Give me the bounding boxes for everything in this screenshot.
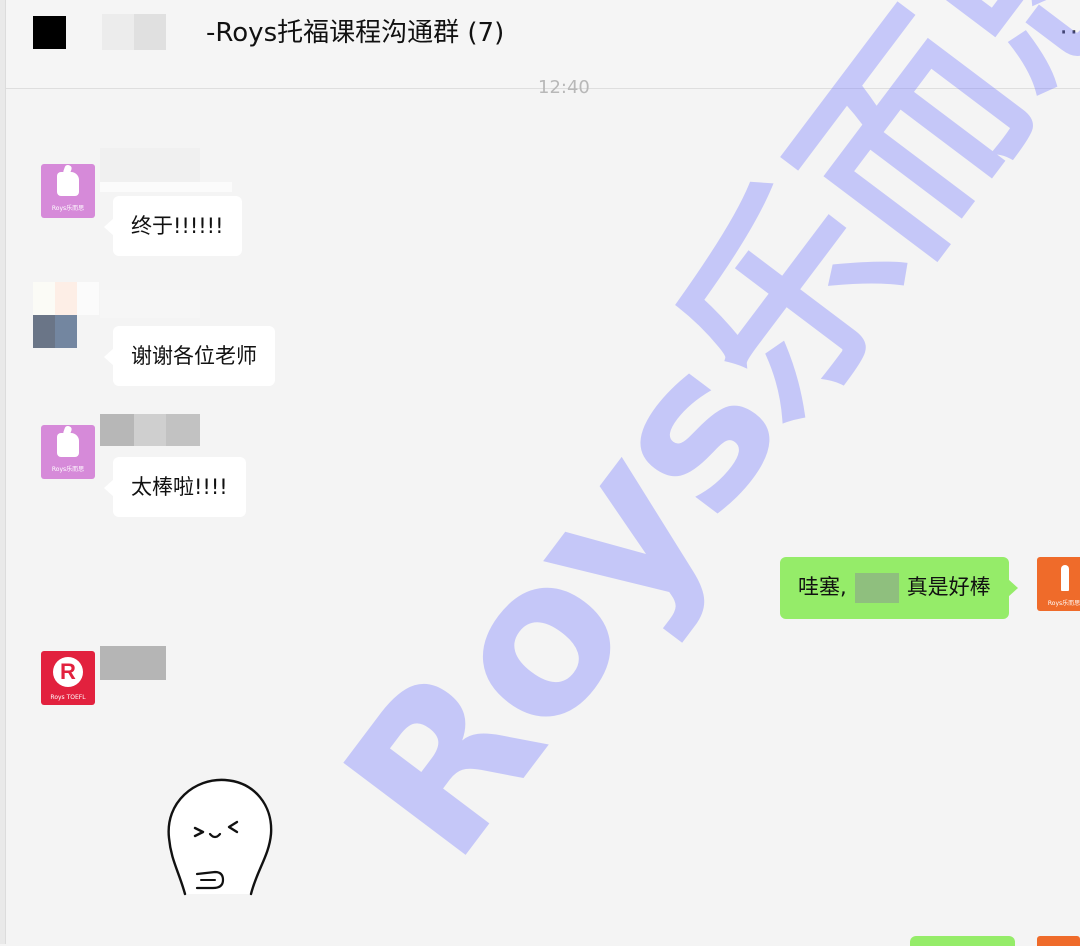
- message-bubble[interactable]: 太棒啦!!!!: [104, 457, 246, 517]
- cartoon-sticker[interactable]: [155, 772, 285, 902]
- avatar-caption: Roys TOEFL: [50, 694, 86, 701]
- group-icon[interactable]: [33, 16, 66, 49]
- message-text-before: 哇塞,: [798, 575, 847, 599]
- redacted-sender-name: [134, 414, 166, 446]
- thumbs-up-icon: [57, 172, 79, 196]
- more-options-icon[interactable]: ··: [1059, 18, 1080, 48]
- sender-avatar[interactable]: Roys乐而思: [41, 164, 95, 218]
- avatar-caption: Roys乐而思: [1047, 600, 1080, 607]
- redacted-sender-name: [100, 148, 200, 186]
- sender-avatar[interactable]: Roys乐而思: [41, 425, 95, 479]
- self-avatar[interactable]: Roys乐而思: [1037, 557, 1080, 611]
- watermark: Roys乐而思: [298, 0, 1080, 901]
- redacted-sender-name: [166, 414, 200, 446]
- roys-logo-icon: R: [53, 657, 83, 687]
- chat-title: -Roys托福课程沟通群 (7): [206, 18, 505, 48]
- thumbs-up-icon: [57, 433, 79, 457]
- message-bubble[interactable]: 谢谢各位老师: [104, 326, 275, 386]
- redacted-name-block: [134, 14, 166, 50]
- redacted-name: [854, 573, 899, 603]
- avatar-caption: Roys乐而思: [51, 205, 85, 212]
- redacted-sender-name: [100, 182, 232, 192]
- sender-avatar[interactable]: [33, 282, 99, 348]
- self-avatar[interactable]: [1037, 936, 1080, 946]
- redacted-sender-name: [100, 414, 134, 446]
- self-message-bubble[interactable]: [910, 936, 1015, 946]
- time-stamp: 12:40: [538, 77, 590, 98]
- avatar-caption: Roys乐而思: [51, 466, 85, 473]
- redacted-sender-name: [100, 646, 166, 680]
- self-message-bubble[interactable]: 哇塞, 真是好棒: [780, 557, 1018, 619]
- sender-avatar[interactable]: R Roys TOEFL: [41, 651, 95, 705]
- message-bubble[interactable]: 终于!!!!!!: [104, 196, 242, 256]
- person-icon: [1061, 565, 1069, 591]
- redacted-sender-name: [100, 290, 200, 318]
- message-text-after: 真是好棒: [906, 575, 991, 599]
- chat-header: -Roys托福课程沟通群 (7) ··: [6, 0, 1080, 89]
- window-left-edge: [0, 0, 6, 944]
- redacted-name-block: [102, 14, 134, 50]
